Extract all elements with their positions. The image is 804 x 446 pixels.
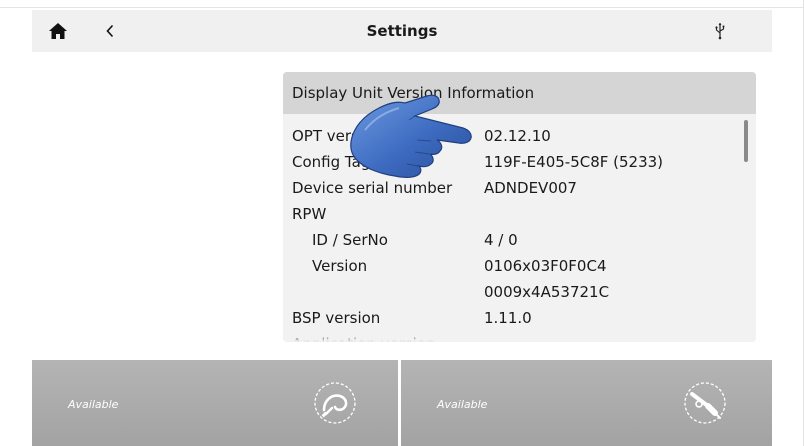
info-row: OPT version 02.12.10 bbox=[283, 123, 756, 149]
info-label: Device serial number bbox=[292, 179, 453, 197]
version-info-list[interactable]: OPT version 02.12.10 Config Tag 119F-E405-5… bbox=[283, 114, 756, 342]
slot-status-label: Available bbox=[437, 398, 488, 411]
slot-status-label: Available bbox=[68, 398, 119, 411]
info-row: 0009x4A53721C bbox=[283, 279, 756, 305]
attachment-slot-right[interactable]: Available bbox=[401, 360, 772, 446]
info-label: OPT version bbox=[292, 127, 382, 145]
info-value: 0009x4A53721C bbox=[484, 283, 610, 301]
attachment-torch-icon bbox=[684, 382, 726, 424]
attachment-slot-left[interactable]: Available bbox=[32, 360, 398, 446]
info-label: Application version bbox=[292, 331, 436, 342]
info-value: ADNDEV007 bbox=[484, 179, 577, 197]
usb-status bbox=[708, 19, 732, 43]
info-value: 119F-E405-5C8F (5233) bbox=[484, 153, 664, 171]
info-value: 02.12.10 bbox=[484, 127, 551, 145]
usb-icon bbox=[715, 23, 725, 40]
info-value: 0106x03F0F0C4 bbox=[484, 257, 607, 275]
info-row: Application version bbox=[283, 331, 756, 342]
info-row: Version 0106x03F0F0C4 bbox=[283, 253, 756, 279]
home-button[interactable] bbox=[46, 19, 70, 43]
page-title: Settings bbox=[366, 22, 438, 40]
info-value: 1.11.0 bbox=[484, 309, 532, 327]
chevron-left-icon bbox=[106, 24, 114, 38]
info-label: Config Tag bbox=[292, 153, 371, 171]
info-row: RPW bbox=[283, 201, 756, 227]
info-label: ID / SerNo bbox=[312, 231, 388, 249]
info-label: Version bbox=[312, 257, 368, 275]
info-label: BSP version bbox=[292, 309, 381, 327]
window-top-border bbox=[0, 0, 804, 8]
version-info-panel: Display Unit Version Information OPT ver… bbox=[283, 72, 756, 342]
info-label: RPW bbox=[292, 205, 327, 223]
attachment-hook-icon bbox=[314, 382, 356, 424]
info-row: Device serial number ADNDEV007 bbox=[283, 175, 756, 201]
top-bar: Settings bbox=[32, 10, 772, 52]
info-row: Config Tag 119F-E405-5C8F (5233) bbox=[283, 149, 756, 175]
panel-title: Display Unit Version Information bbox=[283, 72, 756, 114]
info-row: ID / SerNo 4 / 0 bbox=[283, 227, 756, 253]
back-button[interactable] bbox=[98, 19, 122, 43]
info-value: 4 / 0 bbox=[484, 231, 518, 249]
panel-scrollbar[interactable] bbox=[744, 120, 748, 162]
info-row: BSP version 1.11.0 bbox=[283, 305, 756, 331]
home-icon bbox=[49, 23, 67, 39]
